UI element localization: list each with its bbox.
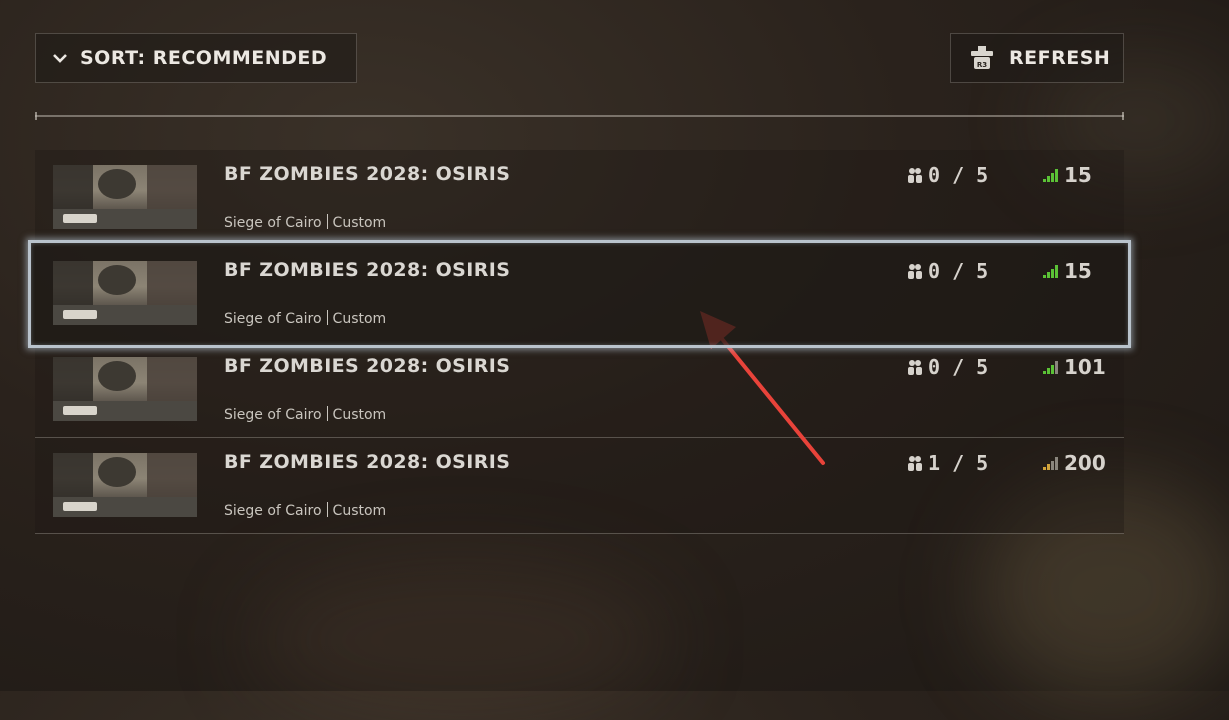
server-row[interactable]: BF ZOMBIES 2028: OSIRIS Siege of Cairo Cu… — [35, 150, 1124, 246]
player-count: 0 / 5 — [908, 163, 988, 187]
server-title: BF ZOMBIES 2028: OSIRIS — [224, 163, 511, 185]
map-thumbnail — [53, 453, 197, 517]
signal-bars-icon — [1043, 265, 1058, 278]
game-mode: Custom — [332, 503, 387, 519]
players-icon — [908, 168, 922, 183]
server-details: Siege of Cairo Custom — [224, 502, 386, 519]
ping-display: 101 — [1043, 355, 1106, 379]
ping-display: 15 — [1043, 259, 1092, 283]
player-count-value: 1 / 5 — [928, 451, 989, 475]
map-name: Siege of Cairo — [224, 407, 322, 423]
player-count-value: 0 / 5 — [928, 355, 989, 379]
ping-display: 200 — [1043, 451, 1106, 475]
players-icon — [908, 360, 922, 375]
r3-button-icon: R3 — [969, 45, 995, 71]
ping-value: 101 — [1064, 355, 1106, 379]
ping-value: 15 — [1064, 259, 1092, 283]
server-row[interactable]: BF ZOMBIES 2028: OSIRIS Siege of Cairo Cu… — [35, 342, 1124, 438]
player-count: 0 / 5 — [908, 259, 988, 283]
map-thumbnail — [53, 261, 197, 325]
server-details: Siege of Cairo Custom — [224, 406, 386, 423]
ping-value: 200 — [1064, 451, 1106, 475]
server-row[interactable]: BF ZOMBIES 2028: OSIRIS Siege of Cairo Cu… — [35, 438, 1124, 534]
signal-bars-icon — [1043, 169, 1058, 182]
players-icon — [908, 264, 922, 279]
game-mode: Custom — [332, 311, 387, 327]
server-list: BF ZOMBIES 2028: OSIRIS Siege of Cairo Cu… — [28, 150, 1131, 534]
server-details: Siege of Cairo Custom — [224, 214, 386, 231]
map-thumbnail — [53, 357, 197, 421]
game-mode: Custom — [332, 407, 387, 423]
player-count: 1 / 5 — [908, 451, 988, 475]
background-glow — [250, 560, 670, 720]
ping-value: 15 — [1064, 163, 1092, 187]
server-title: BF ZOMBIES 2028: OSIRIS — [224, 355, 511, 377]
player-count: 0 / 5 — [908, 355, 988, 379]
player-count-value: 0 / 5 — [928, 163, 989, 187]
refresh-label: REFRESH — [1009, 47, 1111, 69]
server-row-selected[interactable]: BF ZOMBIES 2028: OSIRIS Siege of Cairo Cu… — [28, 240, 1131, 348]
server-title: BF ZOMBIES 2028: OSIRIS — [224, 259, 511, 281]
refresh-button[interactable]: R3 REFRESH — [950, 33, 1124, 83]
signal-bars-icon — [1043, 457, 1058, 470]
map-name: Siege of Cairo — [224, 311, 322, 327]
player-count-value: 0 / 5 — [928, 259, 989, 283]
header-divider — [35, 112, 1124, 120]
sort-label: SORT: RECOMMENDED — [80, 47, 328, 69]
players-icon — [908, 456, 922, 471]
chevron-down-icon — [52, 50, 68, 66]
signal-bars-icon — [1043, 361, 1058, 374]
r3-key-hint: R3 — [977, 61, 987, 69]
ping-display: 15 — [1043, 163, 1092, 187]
server-details: Siege of Cairo Custom — [224, 310, 386, 327]
sort-button[interactable]: SORT: RECOMMENDED — [35, 33, 357, 83]
map-name: Siege of Cairo — [224, 215, 322, 231]
map-thumbnail — [53, 165, 197, 229]
map-name: Siege of Cairo — [224, 503, 322, 519]
game-mode: Custom — [332, 215, 387, 231]
server-title: BF ZOMBIES 2028: OSIRIS — [224, 451, 511, 473]
